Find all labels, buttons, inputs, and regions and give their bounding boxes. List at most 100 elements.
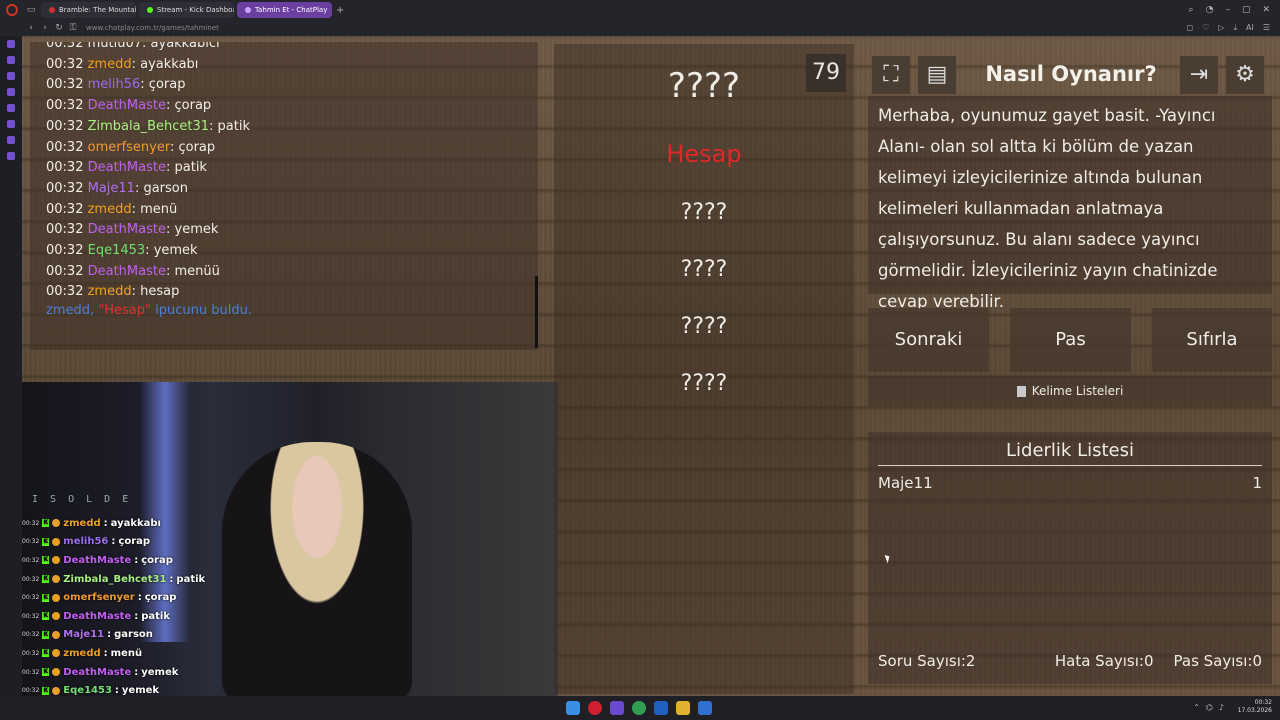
chat-username[interactable]: Zimbala_Behcet31 — [88, 119, 209, 134]
easy-setup-icon[interactable]: ◔ — [1206, 5, 1214, 15]
overlay-chat-message: 00:32 K DeathMaste : patik — [22, 610, 171, 622]
chat-username[interactable]: DeathMaste — [88, 264, 166, 279]
overlay-chat-message: 00:32 K Maje11 : garson — [22, 629, 153, 641]
new-tab-button[interactable]: + — [336, 5, 344, 16]
snapshot-icon[interactable]: ◻ — [1186, 23, 1193, 33]
overlay-chat-message: 00:32 K DeathMaste : çorap — [22, 554, 173, 566]
subscriber-badge-icon — [52, 668, 61, 677]
chat-username[interactable]: DeathMaste — [88, 222, 166, 237]
kick-badge-icon: K — [42, 556, 50, 565]
volume-icon[interactable]: ♪ — [1219, 703, 1224, 712]
chat-time: 00:32 — [46, 243, 84, 259]
game-page: 00:32 mutlu07: ayakkabıcı 00:32 zmedd: ay… — [22, 36, 1280, 696]
chat-text: hesap — [140, 284, 180, 300]
subscriber-badge-icon — [52, 593, 61, 602]
subscriber-badge-icon — [52, 612, 61, 621]
sidebar-settings-icon[interactable] — [7, 152, 15, 160]
overlay-chat-time: 00:32 — [22, 556, 40, 564]
logout-icon[interactable]: ⇥ — [1180, 56, 1218, 94]
chat-text: patik — [217, 118, 251, 134]
leaderboard: Liderlik Listesi Maje11 1 Soru Sayısı:2 … — [868, 432, 1272, 684]
overlay-chat-time: 00:32 — [22, 575, 40, 583]
overlay-chat-text: garson — [114, 629, 153, 641]
url-field[interactable]: www.chatplay.com.tr/games/tahminet — [86, 24, 219, 32]
sidebar-whatsapp-icon[interactable] — [7, 88, 15, 96]
sidebar-history-icon[interactable] — [7, 120, 15, 128]
opera-logo-icon[interactable] — [6, 4, 18, 16]
forward-icon[interactable]: › — [38, 23, 52, 33]
sidebar-aria-icon[interactable] — [7, 40, 15, 48]
close-icon[interactable]: ✕ — [1262, 5, 1270, 15]
outlook-icon[interactable] — [654, 701, 668, 715]
download-icon[interactable]: ⤓ — [1233, 23, 1237, 33]
chat-scrollbar[interactable] — [535, 276, 538, 348]
chat-username[interactable]: zmedd — [88, 57, 132, 72]
steam-icon[interactable] — [698, 701, 712, 715]
tab-chatplay[interactable]: Tahmin Et - ChatPlay — [237, 2, 332, 18]
windows-start-icon[interactable] — [566, 701, 580, 715]
minimize-icon[interactable]: – — [1225, 5, 1230, 15]
chat-time: 00:32 — [46, 77, 84, 93]
search-icon[interactable]: ⌕ — [1189, 5, 1194, 15]
network-icon[interactable]: ⌬ — [1206, 703, 1213, 712]
folder-icon[interactable] — [676, 701, 690, 715]
tab-list-icon[interactable]: ▭ — [24, 5, 38, 15]
sidebar-shop-icon[interactable] — [7, 56, 15, 64]
notes-icon[interactable]: ▤ — [918, 56, 956, 94]
opera-taskbar-icon[interactable] — [588, 701, 602, 715]
how-to-play-box: Merhaba, oyunumuz gayet basit. -Yayıncı … — [868, 96, 1272, 311]
chat-message: 00:32 mutlu07: ayakkabıcı — [46, 42, 538, 55]
overlay-chat-time: 00:32 — [22, 519, 40, 527]
sidebar-twitch-icon[interactable] — [7, 104, 15, 112]
hidden-word: ???? — [680, 257, 728, 282]
settings-gear-icon[interactable]: ⚙ — [1226, 56, 1264, 94]
word-lists-button[interactable]: Kelime Listeleri — [868, 376, 1272, 406]
overlay-chat-text: patik — [141, 610, 171, 622]
overlay-chat-time: 00:32 — [22, 687, 40, 695]
hidden-word: ???? — [680, 371, 728, 396]
chat-username[interactable]: melih56 — [88, 77, 141, 92]
chat-username[interactable]: mutlu07 — [88, 42, 142, 51]
kick-badge-icon: K — [42, 686, 50, 695]
tab-kick[interactable]: Stream - Kick Dashboard — [139, 2, 234, 18]
chrome-icon[interactable] — [632, 701, 646, 715]
fullscreen-icon[interactable]: ⛶ — [872, 56, 910, 94]
chat-username[interactable]: DeathMaste — [88, 98, 166, 113]
sidebar-pin-icon[interactable] — [7, 136, 15, 144]
leader-score: 1 — [1252, 474, 1262, 492]
overlay-chat-message: 00:32 Kzmedd : ayakkabı — [22, 517, 161, 529]
hint-user: zmedd, — [46, 303, 99, 319]
sidebar-messenger-icon[interactable] — [7, 72, 15, 80]
kick-badge-icon: K — [42, 630, 50, 639]
reload-icon[interactable]: ↻ — [52, 23, 66, 33]
chat-username[interactable]: zmedd — [88, 284, 132, 299]
chat-username[interactable]: Maje11 — [88, 181, 135, 196]
chat-message: 00:32 DeathMaste: patik — [46, 160, 207, 176]
address-bar: ‹ › ↻ ⚿ www.chatplay.com.tr/games/tahmin… — [0, 20, 1280, 36]
clock[interactable]: 00:32 17.03.2026 — [1238, 699, 1272, 715]
chatplay-icon — [245, 7, 251, 13]
overlay-chat-text: ayakkabı — [110, 517, 161, 529]
chat-text: ayakkabı — [140, 56, 199, 72]
ai-icon[interactable]: AI — [1246, 23, 1254, 33]
menu-icon[interactable]: ☰ — [1263, 23, 1270, 33]
overlay-chat-username: omerfsenyer — [63, 592, 135, 604]
chat-username[interactable]: DeathMaste — [88, 160, 166, 175]
subscriber-badge-icon — [52, 686, 61, 695]
chat-time: 00:32 — [46, 42, 84, 51]
discord-icon[interactable] — [610, 701, 624, 715]
hint-text: ipucunu buldu. — [151, 303, 252, 319]
next-button[interactable]: Sonraki — [868, 308, 989, 372]
chat-username[interactable]: Eqe1453 — [88, 243, 146, 258]
player-icon[interactable]: ▷ — [1218, 23, 1224, 33]
pass-button[interactable]: Pas — [1010, 308, 1131, 372]
reset-button[interactable]: Sıfırla — [1152, 308, 1272, 372]
list-icon — [1016, 385, 1026, 397]
back-icon[interactable]: ‹ — [24, 23, 38, 33]
chat-username[interactable]: zmedd — [88, 202, 132, 217]
chevron-up-icon[interactable]: ⌃ — [1193, 703, 1200, 712]
bookmark-icon[interactable]: ♡ — [1202, 23, 1209, 33]
chat-username[interactable]: omerfsenyer — [88, 140, 170, 155]
maximize-icon[interactable]: ▢ — [1242, 5, 1251, 15]
tab-bramble[interactable]: Bramble: The Mountain K — [41, 2, 136, 18]
